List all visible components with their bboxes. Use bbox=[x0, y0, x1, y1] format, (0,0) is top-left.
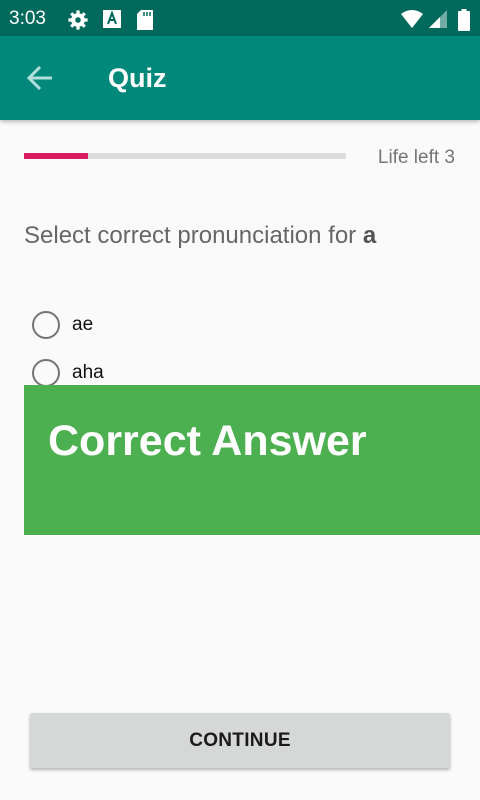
battery-icon bbox=[458, 9, 470, 31]
a-badge-icon bbox=[103, 10, 121, 28]
page-title: Quiz bbox=[108, 63, 167, 93]
status-time: 3:03 bbox=[9, 8, 46, 29]
continue-button[interactable]: CONTINUE bbox=[30, 713, 450, 768]
answer-option-label: aha bbox=[72, 362, 104, 383]
radio-button[interactable] bbox=[32, 311, 60, 339]
answer-option[interactable]: ae bbox=[32, 308, 93, 342]
question-text: Select correct pronunciation for a bbox=[24, 222, 376, 250]
status-bar: 3:03 bbox=[0, 0, 480, 36]
answer-option-label: ae bbox=[72, 314, 94, 335]
progress-bar bbox=[24, 153, 346, 159]
app-bar: Quiz bbox=[0, 36, 480, 120]
radio-button[interactable] bbox=[32, 359, 60, 387]
feedback-banner: Correct Answer bbox=[24, 385, 480, 535]
arrow-back-icon bbox=[26, 65, 52, 91]
back-button[interactable] bbox=[16, 56, 64, 100]
sd-card-icon bbox=[137, 10, 153, 30]
question-prefix: Select correct pronunciation for bbox=[24, 222, 363, 249]
question-target: a bbox=[362, 222, 377, 249]
signal-icon bbox=[429, 10, 447, 28]
progress-fill bbox=[24, 153, 89, 159]
gear-icon bbox=[68, 10, 88, 30]
wifi-icon bbox=[401, 10, 423, 28]
lives-remaining-label: Life left 3 bbox=[377, 147, 455, 168]
feedback-text: Correct Answer bbox=[48, 417, 367, 465]
